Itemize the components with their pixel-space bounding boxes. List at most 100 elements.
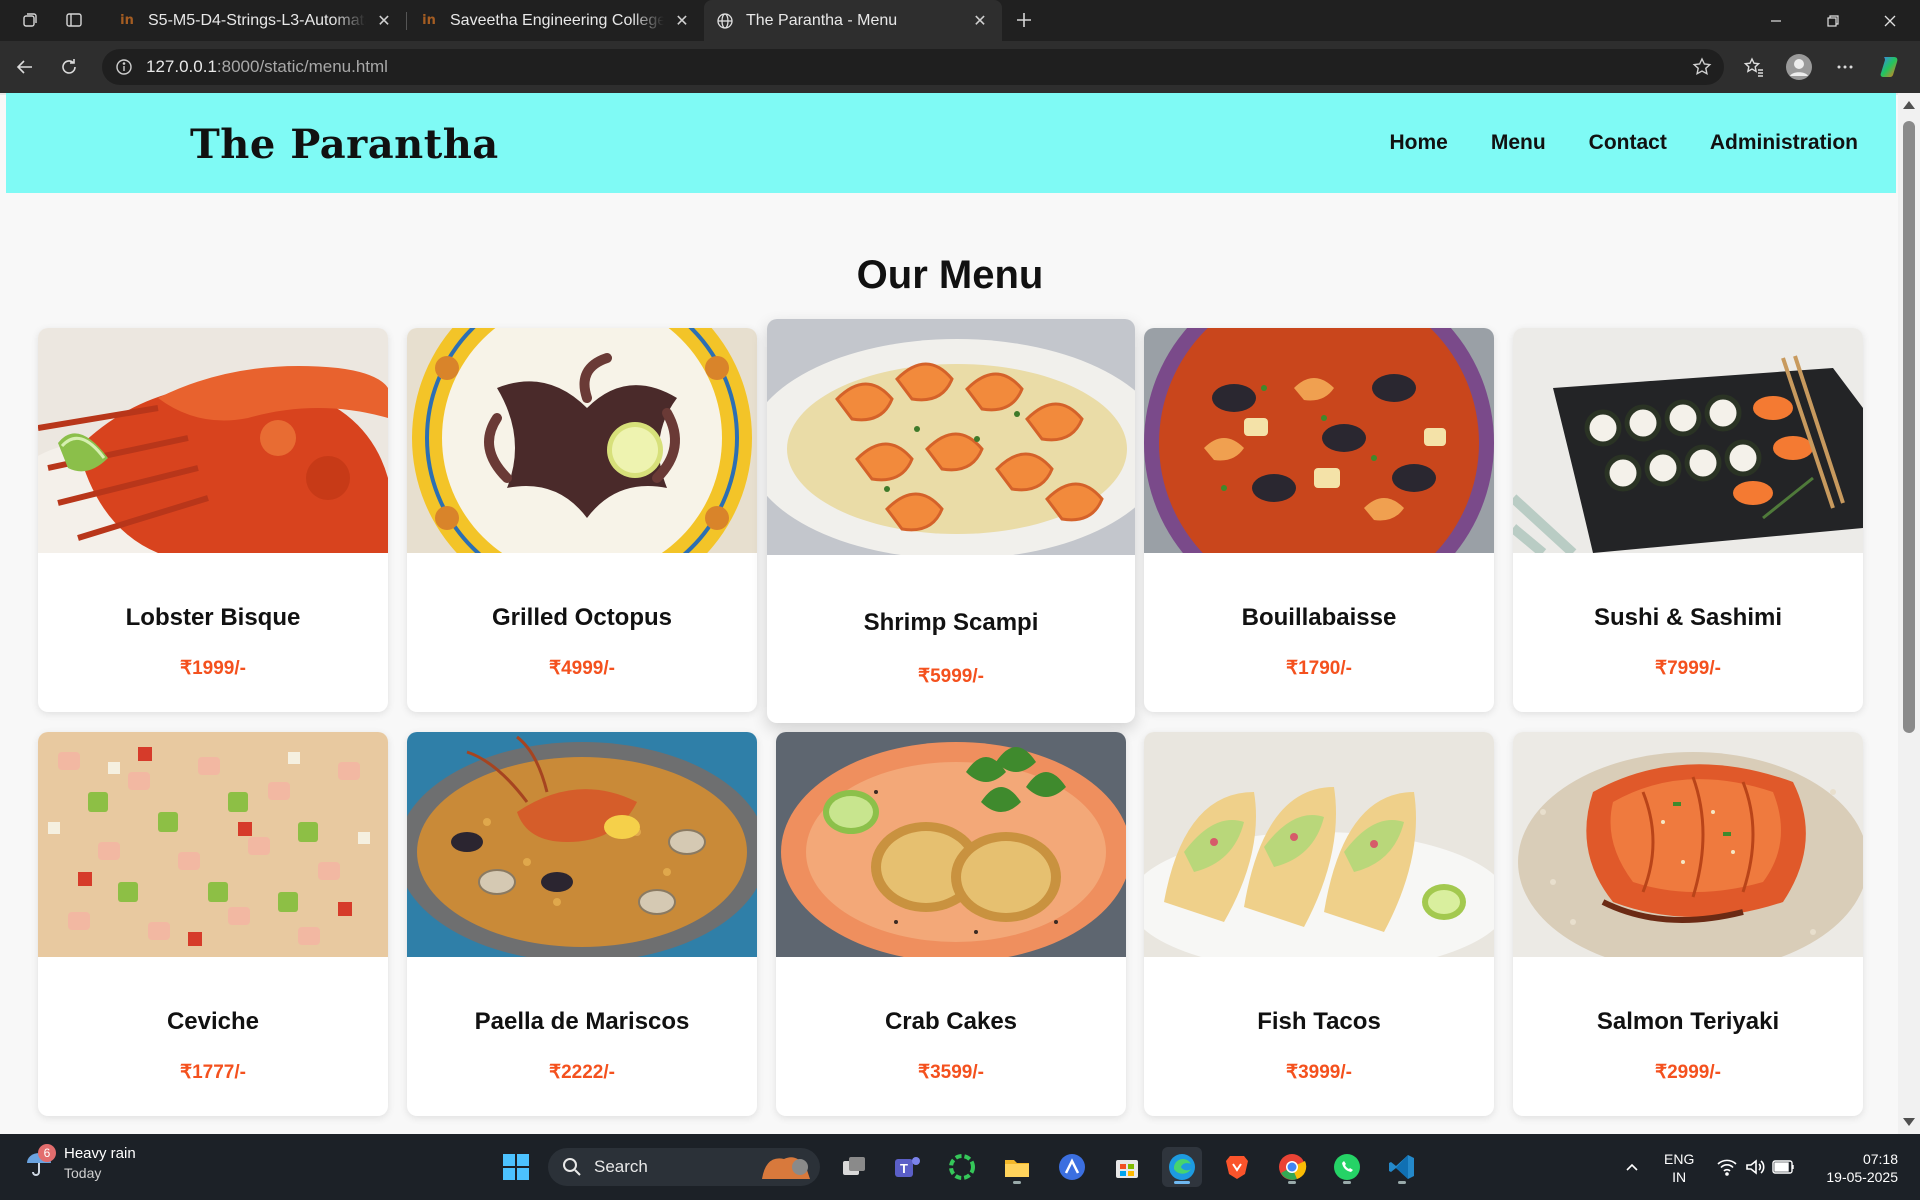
tab-actions-icon[interactable]: [58, 6, 90, 34]
bouillabaisse-photo: [1144, 328, 1494, 553]
close-window-icon[interactable]: [1862, 0, 1918, 41]
tab-1[interactable]: in S5-M5-D4-Strings-L3-Automata C ✕: [106, 0, 406, 41]
store-icon[interactable]: [1107, 1147, 1147, 1187]
lobster-photo: [38, 328, 388, 553]
menu-card-crab-cakes[interactable]: Crab Cakes ₹3599/-: [776, 732, 1126, 1116]
scroll-down-arrow-icon[interactable]: [1903, 1118, 1915, 1126]
dish-price: ₹4999/-: [549, 658, 615, 679]
site-logo[interactable]: The Parantha: [190, 121, 499, 168]
dish-name: Sushi & Sashimi: [1593, 604, 1783, 631]
file-explorer-icon[interactable]: [997, 1147, 1037, 1187]
scrollbar-thumb[interactable]: [1903, 121, 1915, 733]
globe-icon: [716, 12, 734, 30]
chrome-icon[interactable]: [1272, 1147, 1312, 1187]
minimize-icon[interactable]: [1748, 0, 1804, 41]
scroll-up-arrow-icon[interactable]: [1903, 101, 1915, 109]
running-indicator: [1398, 1181, 1406, 1184]
whatsapp-icon[interactable]: [1327, 1147, 1367, 1187]
app-ring-icon[interactable]: [942, 1147, 982, 1187]
tab-strip: in S5-M5-D4-Strings-L3-Automata C ✕ in S…: [0, 0, 1920, 41]
clock-date: 19-05-2025: [1826, 1169, 1898, 1185]
brave-icon[interactable]: [1217, 1147, 1257, 1187]
running-indicator: [1013, 1181, 1021, 1184]
show-hidden-icons-chevron-icon[interactable]: [1612, 1147, 1652, 1187]
nav-home[interactable]: Home: [1389, 131, 1447, 155]
tab-title: The Parantha - Menu: [746, 11, 898, 29]
dish-name: Ceviche: [166, 1008, 260, 1035]
vscode-icon[interactable]: [1382, 1147, 1422, 1187]
active-indicator: [1174, 1181, 1190, 1184]
dish-name: Fish Tacos: [1257, 1008, 1381, 1035]
weather-widget[interactable]: 6 Heavy rain Today: [24, 1144, 136, 1181]
running-indicator: [1343, 1181, 1351, 1184]
taskbar: 6 Heavy rain Today Search T ENG IN 07:18…: [0, 1134, 1920, 1200]
close-tab-icon[interactable]: ✕: [374, 11, 394, 31]
copilot-icon[interactable]: [1874, 51, 1908, 83]
refresh-icon[interactable]: [52, 51, 86, 83]
close-tab-icon[interactable]: ✕: [672, 11, 692, 31]
site-info-icon[interactable]: [114, 57, 134, 77]
url-path: :8000/static/menu.html: [216, 57, 388, 76]
tab-title: S5-M5-D4-Strings-L3-Automata C: [148, 11, 366, 29]
dish-price: ₹2222/-: [549, 1062, 615, 1083]
dish-name: Crab Cakes: [884, 1008, 1018, 1035]
running-indicator: [1288, 1181, 1296, 1184]
back-icon[interactable]: [8, 51, 42, 83]
restore-icon[interactable]: [1805, 0, 1861, 41]
tab-2[interactable]: in Saveetha Engineering College: Lo ✕: [408, 0, 704, 41]
taskbar-search[interactable]: Search: [548, 1148, 820, 1186]
region-code: IN: [1672, 1169, 1687, 1185]
favorite-star-icon[interactable]: [1692, 57, 1712, 77]
dish-price: ₹7999/-: [1655, 658, 1721, 679]
wifi-icon: [1717, 1159, 1737, 1176]
menu-card-bouillabaisse[interactable]: Bouillabaisse ₹1790/-: [1144, 328, 1494, 712]
search-icon: [563, 1158, 581, 1176]
task-view-icon[interactable]: [834, 1147, 874, 1187]
menu-card-sushi-sashimi[interactable]: Sushi & Sashimi ₹7999/-: [1513, 328, 1863, 712]
menu-heading: Our Menu: [856, 253, 1044, 297]
tab-title: Saveetha Engineering College: Lo: [450, 11, 664, 29]
language-code: ENG: [1664, 1151, 1695, 1167]
browser-toolbar: 127.0.0.1:8000/static/menu.html: [0, 41, 1920, 93]
dish-price: ₹2999/-: [1655, 1062, 1721, 1083]
menu-card-fish-tacos[interactable]: Fish Tacos ₹3999/-: [1144, 732, 1494, 1116]
menu-card-paella-de-mariscos[interactable]: Paella de Mariscos ₹2222/-: [407, 732, 757, 1116]
url-text: 127.0.0.1:8000/static/menu.html: [146, 57, 388, 77]
app-triangle-icon[interactable]: [1052, 1147, 1092, 1187]
new-tab-icon[interactable]: [1008, 6, 1040, 34]
octopus-photo: [407, 328, 757, 553]
tacos-photo: [1144, 732, 1494, 957]
workspaces-icon[interactable]: [14, 6, 46, 34]
dish-name: Salmon Teriyaki: [1596, 1008, 1780, 1035]
crabcakes-photo: [776, 732, 1126, 957]
menu-card-ceviche[interactable]: Ceviche ₹1777/-: [38, 732, 388, 1116]
edge-icon[interactable]: [1162, 1147, 1202, 1187]
dish-name: Lobster Bisque: [125, 604, 301, 631]
menu-card-lobster-bisque[interactable]: Lobster Bisque ₹1999/-: [38, 328, 388, 712]
nav-menu[interactable]: Menu: [1491, 131, 1546, 155]
search-highlight-icon: [762, 1157, 810, 1179]
menu-card-shrimp-scampi[interactable]: Shrimp Scampi ₹5999/-: [767, 319, 1135, 723]
address-bar[interactable]: 127.0.0.1:8000/static/menu.html: [102, 49, 1724, 85]
tab-3-active[interactable]: The Parantha - Menu ✕: [704, 0, 1002, 41]
dish-name: Bouillabaisse: [1241, 604, 1397, 631]
more-options-icon[interactable]: [1828, 51, 1862, 83]
start-icon[interactable]: [496, 1147, 536, 1187]
nav-administration[interactable]: Administration: [1710, 131, 1858, 155]
search-label: Search: [594, 1157, 648, 1176]
profile-avatar-icon[interactable]: [1782, 51, 1816, 83]
nav-contact[interactable]: Contact: [1589, 131, 1667, 155]
language-indicator[interactable]: ENG IN: [1664, 1150, 1694, 1186]
clock-time: 07:18: [1862, 1151, 1898, 1167]
in-icon: in: [120, 13, 134, 28]
system-tray[interactable]: [1706, 1147, 1806, 1187]
menu-card-salmon-teriyaki[interactable]: Salmon Teriyaki ₹2999/-: [1513, 732, 1863, 1116]
dish-price: ₹3999/-: [1286, 1062, 1352, 1083]
dish-name: Shrimp Scampi: [863, 609, 1039, 636]
favorites-icon[interactable]: [1737, 51, 1771, 83]
menu-card-grilled-octopus[interactable]: Grilled Octopus ₹4999/-: [407, 328, 757, 712]
teams-icon[interactable]: T: [887, 1147, 927, 1187]
page-scrollbar[interactable]: [1898, 93, 1920, 1134]
clock[interactable]: 07:18 19-05-2025: [1818, 1150, 1898, 1186]
close-tab-icon[interactable]: ✕: [970, 11, 990, 31]
